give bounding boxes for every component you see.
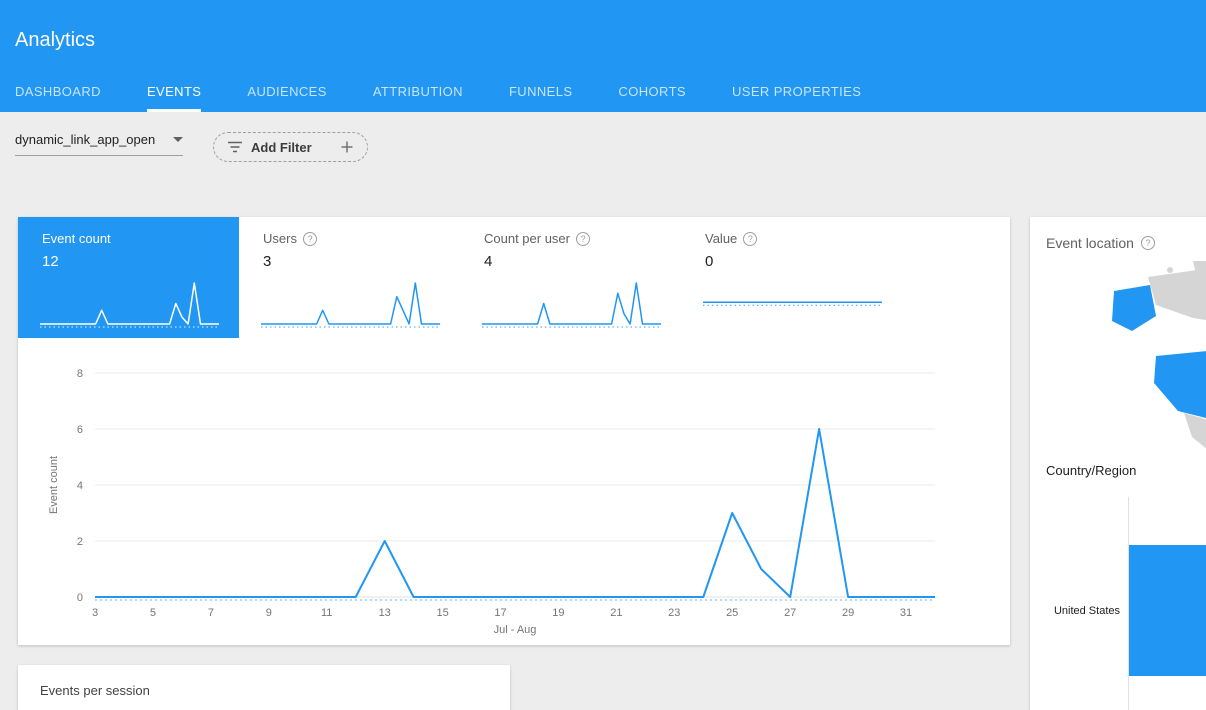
help-icon[interactable] bbox=[576, 232, 590, 246]
svg-text:23: 23 bbox=[668, 607, 680, 619]
add-filter-button[interactable]: Add Filter bbox=[213, 132, 368, 162]
map-mexico bbox=[1184, 413, 1206, 453]
dimension-label: Country/Region bbox=[1046, 463, 1136, 478]
tab-dashboard[interactable]: DASHBOARD bbox=[15, 84, 101, 112]
metric-tile-count-per-user[interactable]: Count per user 4 bbox=[460, 217, 681, 338]
app-header: Analytics DASHBOARD EVENTS AUDIENCES ATT… bbox=[0, 0, 1206, 112]
events-per-session-title: Events per session bbox=[18, 665, 510, 698]
svg-text:13: 13 bbox=[379, 607, 391, 619]
metric-label-row: Value bbox=[705, 231, 902, 246]
metric-label: Count per user bbox=[484, 231, 570, 246]
firebase-analytics-events-page: Analytics DASHBOARD EVENTS AUDIENCES ATT… bbox=[0, 0, 1206, 710]
add-filter-label: Add Filter bbox=[251, 140, 312, 155]
svg-text:4: 4 bbox=[77, 480, 83, 492]
tab-funnels[interactable]: FUNNELS bbox=[509, 84, 572, 112]
metric-value: 0 bbox=[705, 253, 902, 270]
filter-list-icon bbox=[227, 141, 243, 153]
tab-attribution[interactable]: ATTRIBUTION bbox=[373, 84, 463, 112]
metric-tiles: Event count 12 Users 3 Count per user 4 bbox=[18, 217, 1010, 338]
map-island bbox=[1167, 267, 1173, 273]
svg-text:29: 29 bbox=[842, 607, 854, 619]
location-card-title-row: Event location bbox=[1046, 235, 1155, 251]
tab-events[interactable]: EVENTS bbox=[147, 84, 201, 112]
metric-label-row: Event count bbox=[42, 231, 239, 246]
metric-label-row: Users bbox=[263, 231, 460, 246]
help-icon[interactable] bbox=[303, 232, 317, 246]
metric-label: Users bbox=[263, 231, 297, 246]
event-location-card: Event location Country/Region United Sta… bbox=[1030, 217, 1206, 710]
tab-bar: DASHBOARD EVENTS AUDIENCES ATTRIBUTION F… bbox=[15, 84, 907, 112]
metric-tile-event-count[interactable]: Event count 12 bbox=[18, 217, 239, 338]
event-count-chart: 0 2 4 6 8 3 5 7 9 11 13 15 17 19 21 23 25 27 29 31 Jul - Aug… bbox=[46, 357, 986, 639]
metric-value: 12 bbox=[42, 253, 239, 270]
tab-audiences[interactable]: AUDIENCES bbox=[247, 84, 326, 112]
metric-tile-value[interactable]: Value 0 bbox=[681, 217, 902, 338]
country-row: United States bbox=[1030, 545, 1206, 676]
country-label: United States bbox=[1030, 605, 1129, 617]
svg-text:11: 11 bbox=[321, 607, 332, 619]
tab-user-properties[interactable]: USER PROPERTIES bbox=[732, 84, 861, 112]
metric-value: 4 bbox=[484, 253, 681, 270]
svg-text:27: 27 bbox=[784, 607, 796, 619]
page-title: Analytics bbox=[15, 29, 95, 52]
svg-text:25: 25 bbox=[726, 607, 738, 619]
event-detail-card: Event count 12 Users 3 Count per user 4 bbox=[18, 217, 1010, 645]
svg-text:21: 21 bbox=[610, 607, 622, 619]
svg-text:9: 9 bbox=[266, 607, 272, 619]
metric-label-row: Count per user bbox=[484, 231, 681, 246]
metric-value: 3 bbox=[263, 253, 460, 270]
metric-tile-users[interactable]: Users 3 bbox=[239, 217, 460, 338]
svg-text:8: 8 bbox=[77, 368, 83, 380]
country-bar[interactable] bbox=[1129, 545, 1206, 676]
tab-cohorts[interactable]: COHORTS bbox=[618, 84, 686, 112]
filter-bar: dynamic_link_app_open Add Filter bbox=[15, 132, 368, 162]
help-icon[interactable] bbox=[1141, 236, 1155, 250]
metric-label: Value bbox=[705, 231, 737, 246]
svg-text:17: 17 bbox=[494, 607, 506, 619]
svg-text:31: 31 bbox=[900, 607, 912, 619]
svg-text:19: 19 bbox=[552, 607, 564, 619]
svg-text:Event count: Event count bbox=[48, 456, 60, 514]
event-name-value: dynamic_link_app_open bbox=[15, 132, 155, 147]
svg-text:2: 2 bbox=[77, 536, 83, 548]
plus-icon bbox=[340, 140, 354, 154]
help-icon[interactable] bbox=[743, 232, 757, 246]
map-alaska-highlighted bbox=[1112, 285, 1156, 331]
sparkline-count-per-user bbox=[480, 278, 663, 332]
dropdown-caret-icon bbox=[173, 137, 183, 142]
svg-text:5: 5 bbox=[150, 607, 156, 619]
sparkline-value bbox=[701, 278, 884, 332]
events-per-session-card: Events per session bbox=[18, 665, 510, 710]
location-card-title: Event location bbox=[1046, 235, 1134, 251]
svg-text:7: 7 bbox=[208, 607, 214, 619]
svg-text:Jul - Aug: Jul - Aug bbox=[494, 624, 537, 636]
map-canada bbox=[1148, 267, 1206, 323]
metric-label: Event count bbox=[42, 231, 111, 246]
event-name-select[interactable]: dynamic_link_app_open bbox=[15, 132, 183, 156]
north-america-map bbox=[1098, 261, 1206, 456]
svg-text:3: 3 bbox=[92, 607, 98, 619]
svg-text:15: 15 bbox=[436, 607, 448, 619]
sparkline-users bbox=[259, 278, 442, 332]
svg-text:6: 6 bbox=[77, 424, 83, 436]
svg-text:0: 0 bbox=[77, 592, 83, 604]
map-united-states-highlighted bbox=[1154, 347, 1206, 421]
sparkline-event-count bbox=[38, 278, 221, 332]
